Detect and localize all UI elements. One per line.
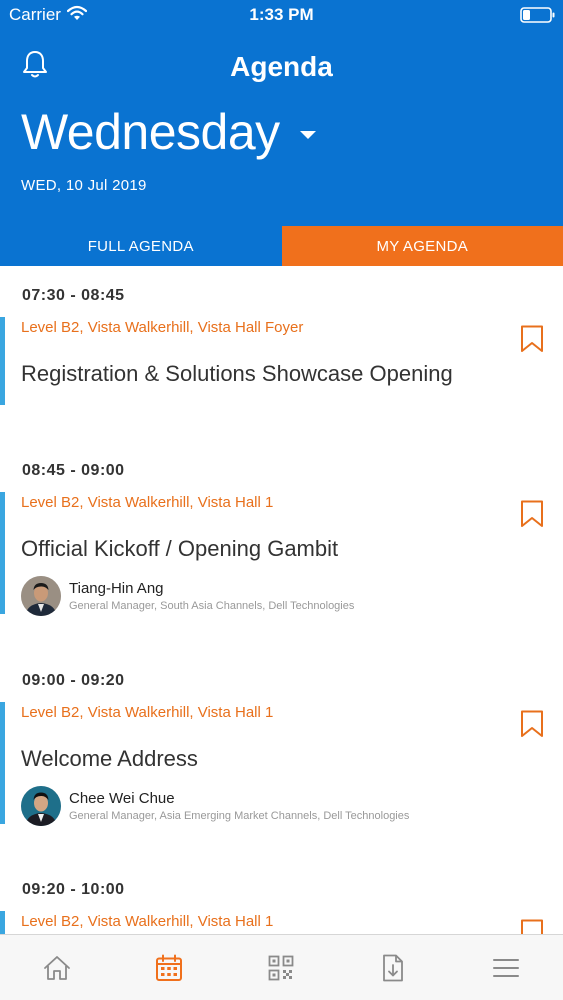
session-time: 08:45 - 09:00 — [22, 462, 125, 479]
bookmark-icon[interactable] — [520, 500, 544, 533]
speaker-name: Tiang-Hin Ang — [69, 580, 164, 597]
status-time: 1:33 PM — [249, 5, 314, 24]
session-accent-bar — [0, 317, 5, 405]
avatar — [21, 786, 61, 826]
calendar-icon[interactable] — [152, 953, 186, 983]
bookmark-icon[interactable] — [520, 919, 544, 934]
bottom-tab-bar — [0, 934, 563, 1000]
bookmark-icon[interactable] — [520, 710, 544, 743]
menu-icon[interactable] — [489, 953, 523, 983]
speaker[interactable]: Chee Wei Chue General Manager, Asia Emer… — [21, 786, 409, 826]
agenda-tabs: FULL AGENDA MY AGENDA — [0, 226, 563, 266]
status-bar: Carrier 1:33 PM — [0, 0, 563, 30]
session-accent-bar — [0, 702, 5, 824]
tab-full-agenda[interactable]: FULL AGENDA — [0, 226, 282, 266]
qr-code-icon[interactable] — [264, 953, 298, 983]
day-selector[interactable]: Wednesday — [21, 102, 316, 162]
home-icon[interactable] — [40, 953, 74, 983]
battery-icon — [520, 6, 556, 29]
session-title: Official Kickoff / Opening Gambit — [21, 536, 339, 561]
list-item[interactable]: 07:30 - 08:45 Level B2, Vista Walkerhill… — [0, 287, 563, 437]
session-location: Level B2, Vista Walkerhill, Vista Hall 1 — [21, 704, 274, 721]
list-item[interactable]: 08:45 - 09:00 Level B2, Vista Walkerhill… — [0, 462, 563, 652]
chevron-down-icon — [299, 131, 316, 139]
speaker[interactable]: Tiang-Hin Ang General Manager, South Asi… — [21, 576, 354, 616]
session-time: 07:30 - 08:45 — [22, 287, 125, 304]
session-time: 09:00 - 09:20 — [22, 672, 125, 689]
day-name: Wednesday — [21, 104, 280, 160]
selected-date: WED, 10 Jul 2019 — [21, 177, 147, 194]
session-accent-bar — [0, 492, 5, 614]
session-title: Registration & Solutions Showcase Openin… — [21, 361, 453, 386]
list-item[interactable]: 09:00 - 09:20 Level B2, Vista Walkerhill… — [0, 672, 563, 862]
page-title: Agenda — [230, 51, 333, 82]
tab-my-agenda[interactable]: MY AGENDA — [281, 226, 563, 266]
agenda-header: Carrier 1:33 PM Agenda Wednesday WED, 10 — [0, 0, 563, 266]
session-list: 07:30 - 08:45 Level B2, Vista Walkerhill… — [0, 266, 563, 934]
bookmark-icon[interactable] — [520, 325, 544, 358]
session-location: Level B2, Vista Walkerhill, Vista Hall 1 — [21, 913, 274, 930]
speaker-role: General Manager, Asia Emerging Market Ch… — [69, 810, 410, 822]
download-document-icon[interactable] — [376, 953, 410, 983]
speaker-name: Chee Wei Chue — [69, 790, 175, 807]
session-title: Welcome Address — [21, 746, 198, 771]
session-accent-bar — [0, 911, 5, 934]
session-time: 09:20 - 10:00 — [22, 881, 125, 898]
list-item[interactable]: 09:20 - 10:00 Level B2, Vista Walkerhill… — [0, 881, 563, 934]
session-location: Level B2, Vista Walkerhill, Vista Hall 1 — [21, 494, 274, 511]
avatar — [21, 576, 61, 616]
session-location: Level B2, Vista Walkerhill, Vista Hall F… — [21, 319, 304, 336]
speaker-role: General Manager, South Asia Channels, De… — [69, 600, 355, 612]
